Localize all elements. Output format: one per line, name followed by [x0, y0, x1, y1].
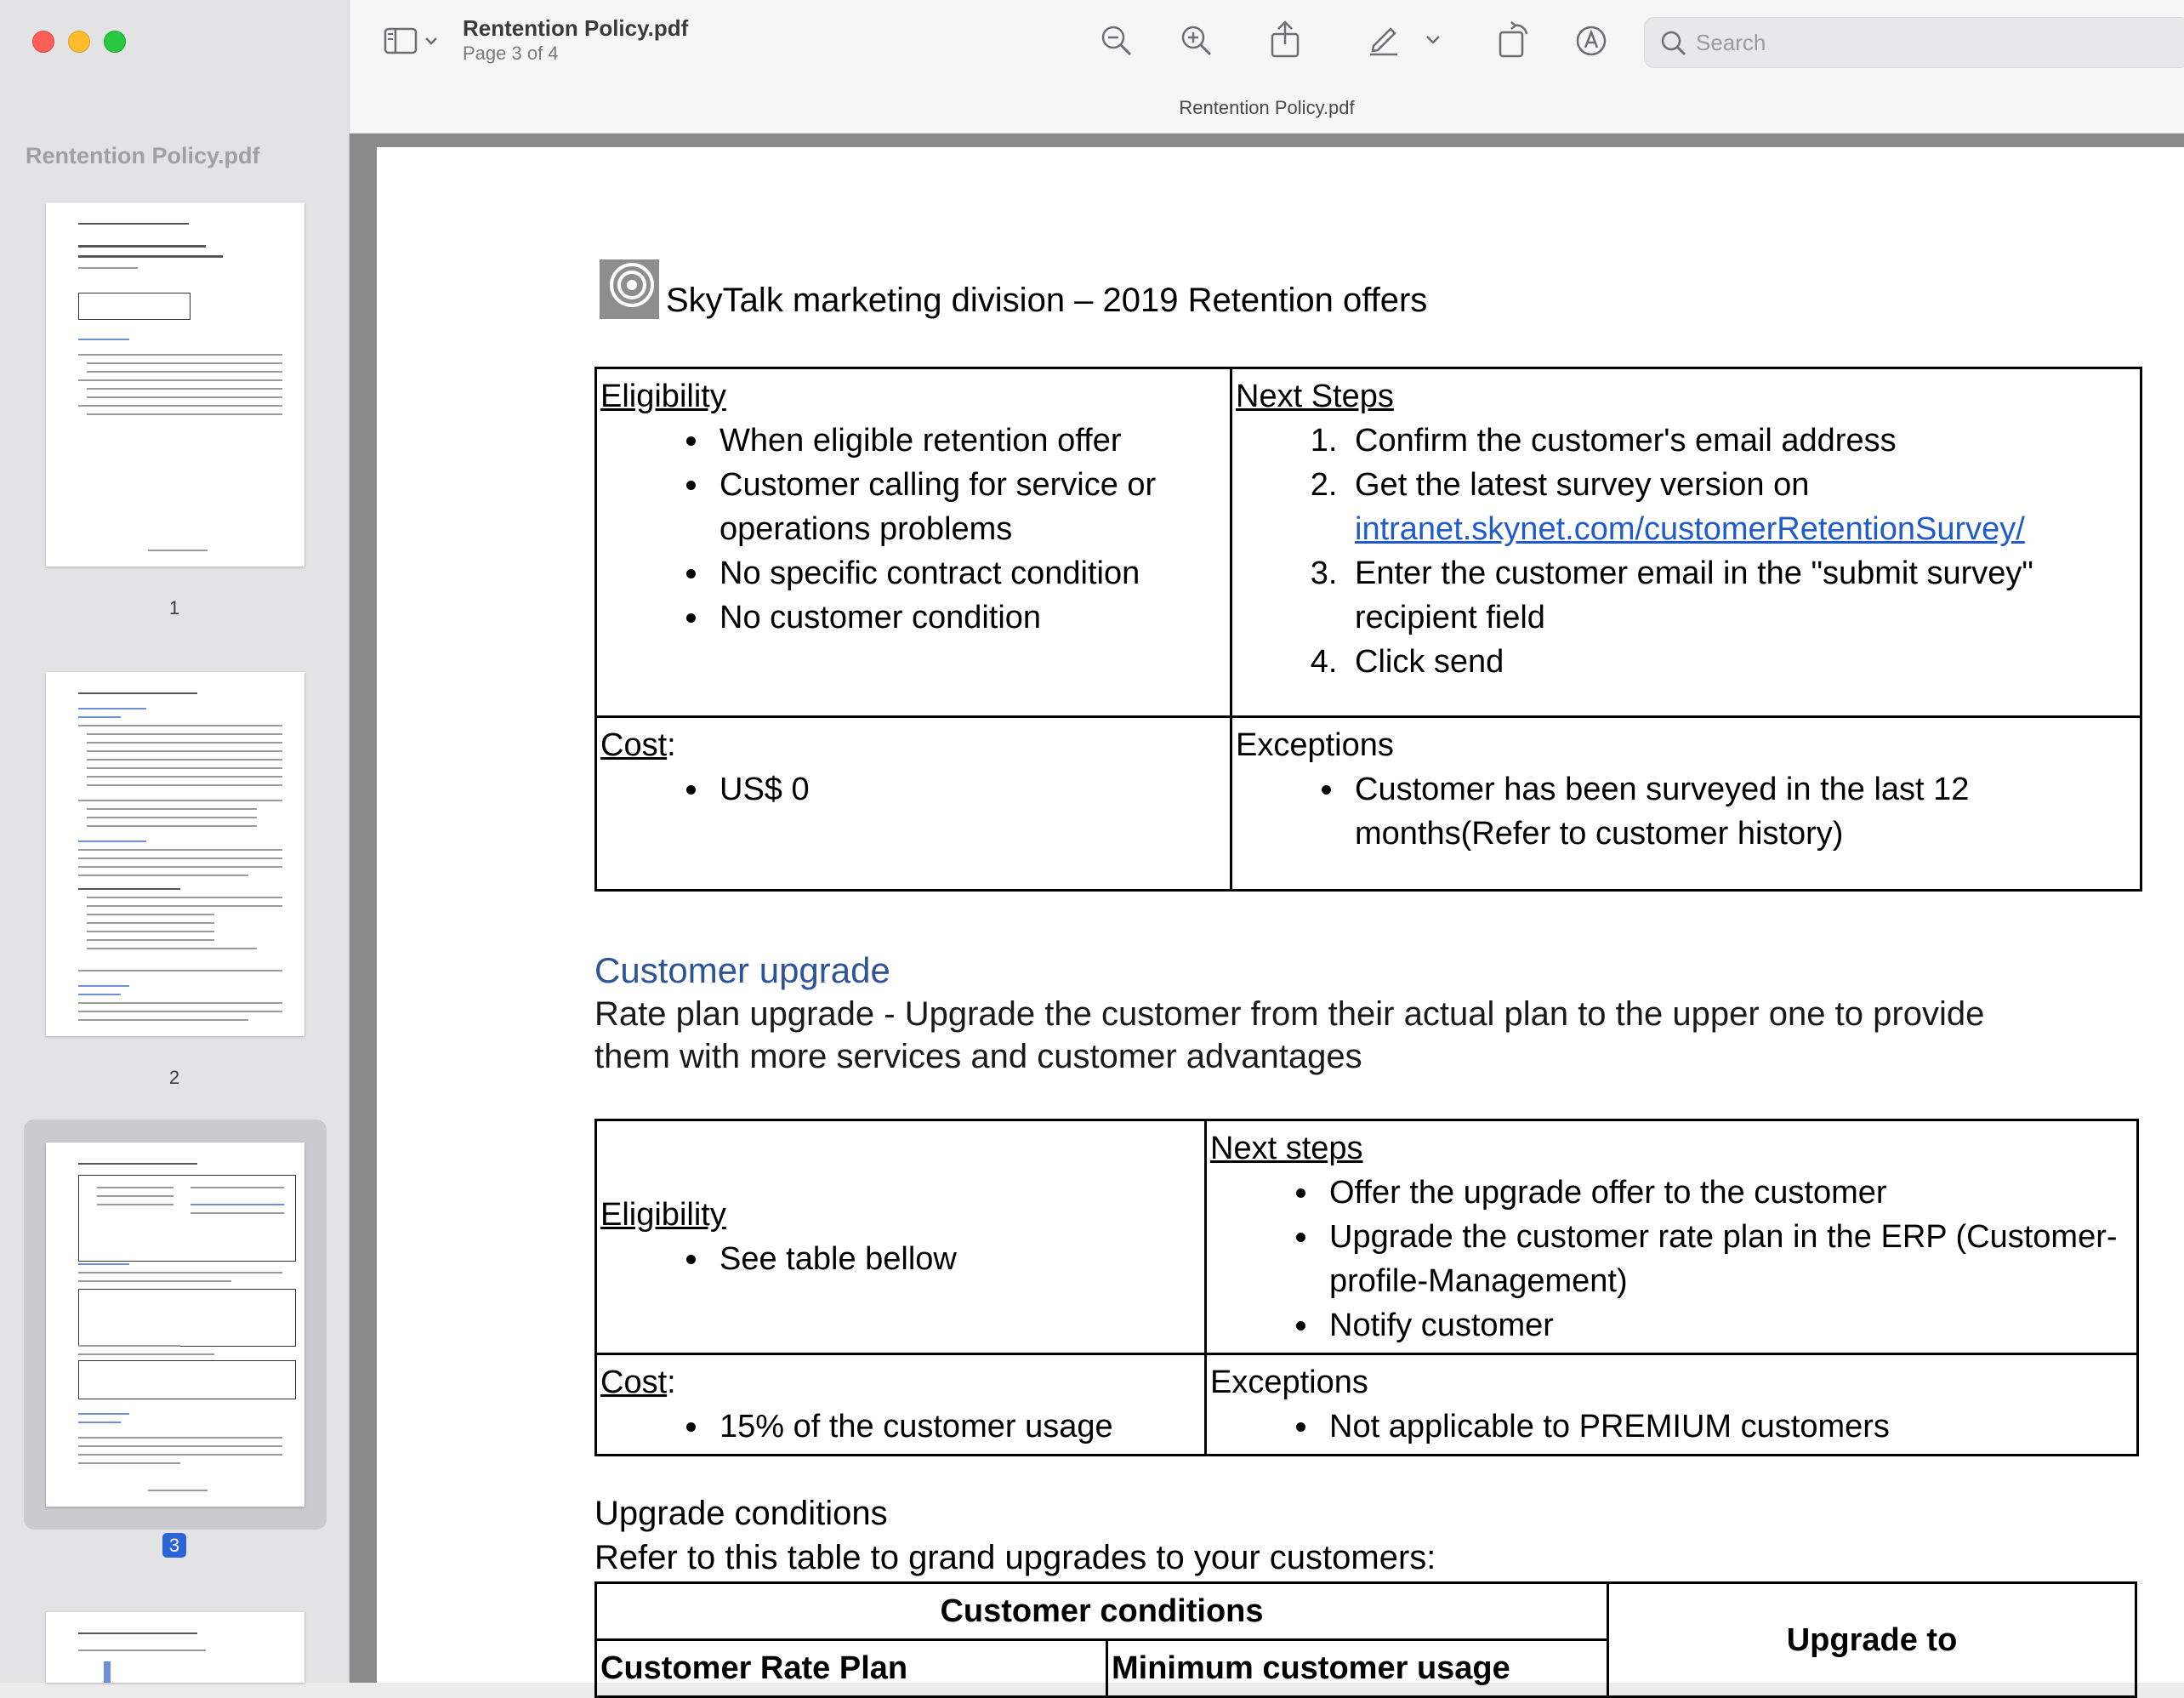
retention-offer-table: Eligibility When eligible retention offe… [594, 367, 2142, 892]
upgrade-cost-cell: Cost: 15% of the customer usage [594, 1353, 1207, 1456]
eligibility-item: When eligible retention offer [711, 419, 1226, 463]
next-steps-list: Confirm the customer's email address Get… [1236, 419, 2136, 684]
customer-upgrade-description: Rate plan upgrade - Upgrade the customer… [594, 995, 1985, 1075]
next-steps-label: Next Steps [1236, 379, 1394, 414]
exceptions-cell: Exceptions Customer has been surveyed in… [1230, 715, 2142, 892]
markup-options-chevron-icon[interactable] [1423, 29, 1443, 54]
exceptions-label: Exceptions [1236, 727, 1394, 763]
upgrade-cost-label: Cost [600, 1365, 668, 1400]
page-thumbnail-4[interactable] [46, 1612, 304, 1683]
page-indicator: Page 3 of 4 [463, 43, 559, 64]
eligibility-list: When eligible retention offer Customer c… [600, 419, 1226, 640]
step-item: Confirm the customer's email address [1346, 419, 2136, 463]
search-placeholder: Search [1696, 30, 1766, 55]
upgrade-exceptions-label: Exceptions [1210, 1365, 1368, 1400]
close-window-button[interactable] [32, 31, 54, 53]
zoom-in-icon[interactable] [1180, 24, 1214, 62]
pdf-page-3: SkyTalk marketing division – 2019 Retent… [377, 147, 2184, 1698]
step-item: Enter the customer email in the "submit … [1346, 551, 2136, 640]
page-thumbnail-2-number: 2 [168, 1067, 180, 1088]
eligibility-item: No specific contract condition [711, 551, 1226, 595]
step-item: Get the latest survey version on intrane… [1346, 463, 2136, 551]
cost-label: Cost [600, 727, 668, 763]
survey-link[interactable]: intranet.skynet.com/customerRetentionSur… [1355, 511, 2025, 547]
eligibility-item: Customer calling for service or operatio… [711, 463, 1226, 551]
upgrade-cost-value: 15% of the customer usage [711, 1405, 1201, 1449]
step-item: Click send [1346, 640, 2136, 684]
window-center-title: Rentention Policy.pdf [1179, 97, 1355, 118]
minimum-customer-usage-header: Minimum customer usage [1106, 1638, 1609, 1698]
sidebar: Rentention Policy.pdf 1 2 3 [0, 0, 350, 1683]
search-icon [1660, 30, 1687, 61]
customer-conditions-header: Customer conditions [594, 1581, 1609, 1641]
upgrade-exceptions-cell: Exceptions Not applicable to PREMIUM cus… [1204, 1353, 2139, 1456]
page-header: SkyTalk marketing division – 2019 Retent… [666, 282, 1428, 319]
upgrade-eligibility-cell: Eligibility See table bellow [594, 1119, 1207, 1355]
eligibility-cell: Eligibility When eligible retention offe… [594, 367, 1232, 718]
document-title: Rentention Policy.pdf [463, 15, 689, 41]
upgrade-conditions-table: Customer conditions Upgrade to Customer … [594, 1581, 2137, 1698]
page-thumbnail-2[interactable] [46, 672, 304, 1036]
sidebar-document-title: Rentention Policy.pdf [26, 143, 260, 168]
upgrade-next-steps-cell: Next steps Offer the upgrade offer to th… [1204, 1119, 2139, 1355]
upgrade-step-item: Offer the upgrade offer to the customer [1321, 1171, 2133, 1215]
search-field[interactable]: Search [1644, 17, 2184, 68]
cost-value: US$ 0 [711, 767, 1226, 812]
page-thumbnail-3[interactable] [46, 1142, 304, 1507]
page-thumbnail-1[interactable] [46, 202, 304, 567]
upgrade-conditions-title: Upgrade conditions [594, 1495, 888, 1532]
document-view[interactable]: SkyTalk marketing division – 2019 Retent… [350, 134, 2184, 1698]
skytalk-logo-icon [600, 259, 659, 319]
zoom-window-button[interactable] [104, 31, 126, 53]
upgrade-step-item: Upgrade the customer rate plan in the ER… [1321, 1215, 2133, 1303]
upgrade-step-item: Notify customer [1321, 1303, 2133, 1348]
toolbar: Rentention Policy.pdf Page 3 of 4 Search… [350, 0, 2184, 134]
share-icon[interactable] [1270, 20, 1300, 62]
upgrade-offer-table: Eligibility See table bellow Next steps … [594, 1119, 2139, 1456]
upgrade-next-steps-label: Next steps [1210, 1131, 1363, 1166]
upgrade-exception-item: Not applicable to PREMIUM customers [1321, 1405, 2133, 1449]
eligibility-label: Eligibility [600, 379, 726, 414]
cost-cell: Cost: US$ 0 [594, 715, 1232, 892]
annotate-icon[interactable] [1574, 24, 1608, 62]
upgrade-to-header: Upgrade to [1607, 1581, 2137, 1698]
upgrade-eligibility-label: Eligibility [600, 1197, 726, 1233]
eligibility-item: No customer condition [711, 595, 1226, 640]
page-thumbnail-3-number: 3 [0, 1533, 349, 1558]
exception-item: Customer has been surveyed in the last 1… [1346, 767, 2136, 856]
rotate-icon[interactable] [1498, 20, 1532, 62]
window-controls [32, 31, 126, 53]
upgrade-eligibility-item: See table bellow [711, 1237, 1201, 1281]
upgrade-conditions-subtitle: Refer to this table to grand upgrades to… [594, 1539, 1436, 1576]
sidebar-toggle-icon[interactable] [384, 24, 443, 62]
zoom-out-icon[interactable] [1100, 24, 1134, 62]
markup-pen-icon[interactable] [1367, 22, 1401, 60]
customer-rate-plan-header: Customer Rate Plan [594, 1638, 1108, 1698]
customer-upgrade-heading: Customer upgrade [594, 950, 890, 990]
next-steps-cell: Next Steps Confirm the customer's email … [1230, 367, 2142, 718]
page-thumbnail-1-number: 1 [168, 597, 180, 618]
minimize-window-button[interactable] [68, 31, 90, 53]
